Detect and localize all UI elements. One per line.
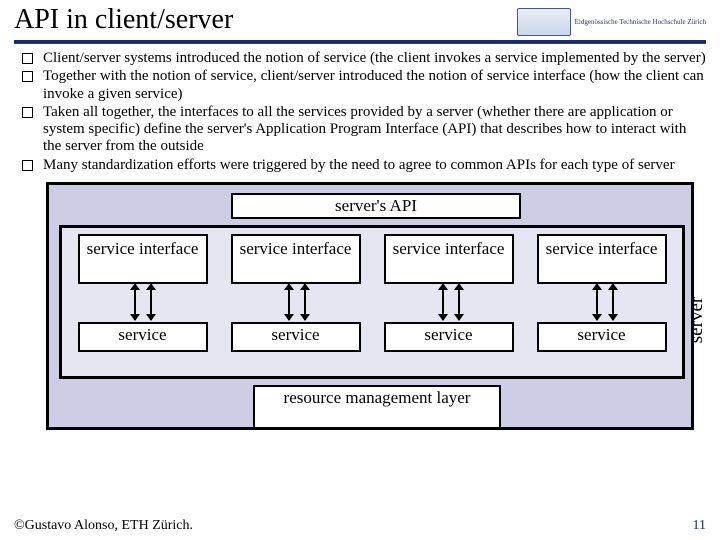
page-title: API in client/server	[14, 6, 233, 34]
double-arrow-icon	[458, 284, 460, 320]
server-vertical-label: server	[686, 260, 708, 380]
service-box: service	[231, 322, 361, 352]
title-underline	[14, 40, 706, 44]
list-item: Together with the notion of service, cli…	[18, 68, 706, 103]
service-interface-box: service interface	[384, 234, 514, 284]
service-box: service	[384, 322, 514, 352]
service-box: service	[537, 322, 667, 352]
building-icon	[517, 8, 571, 36]
list-item: Client/server systems introduced the not…	[18, 50, 706, 67]
double-arrow-icon	[304, 284, 306, 320]
double-arrow-icon	[150, 284, 152, 320]
architecture-diagram: server's API service interface service i…	[14, 182, 706, 430]
service-interface-box: service interface	[231, 234, 361, 284]
api-label-box: server's API	[231, 193, 521, 219]
eth-logo: Eidgenössische Technische Hochschule Zür…	[517, 8, 706, 36]
square-bullet-icon	[22, 160, 33, 171]
list-item: Many standardization efforts were trigge…	[18, 157, 706, 174]
double-arrow-icon	[596, 284, 598, 320]
page-number: 11	[693, 518, 706, 534]
bullet-list: Client/server systems introduced the not…	[14, 50, 706, 174]
double-arrow-icon	[134, 284, 136, 320]
connector-arrows	[62, 284, 682, 324]
logo-caption: Eidgenössische Technische Hochschule Zür…	[575, 19, 706, 26]
square-bullet-icon	[22, 53, 33, 64]
copyright-text: ©Gustavo Alonso, ETH Zürich.	[14, 518, 193, 534]
service-interface-box: service interface	[537, 234, 667, 284]
list-item: Taken all together, the interfaces to al…	[18, 104, 706, 156]
double-arrow-icon	[612, 284, 614, 320]
middle-container-box: service interface service interface serv…	[59, 225, 685, 379]
interface-row: service interface service interface serv…	[62, 234, 682, 284]
service-row: service service service service	[62, 322, 682, 352]
double-arrow-icon	[442, 284, 444, 320]
double-arrow-icon	[288, 284, 290, 320]
square-bullet-icon	[22, 71, 33, 82]
resource-management-box: resource management layer	[253, 385, 501, 429]
server-container-box: server's API service interface service i…	[46, 182, 694, 430]
square-bullet-icon	[22, 107, 33, 118]
service-box: service	[78, 322, 208, 352]
service-interface-box: service interface	[78, 234, 208, 284]
